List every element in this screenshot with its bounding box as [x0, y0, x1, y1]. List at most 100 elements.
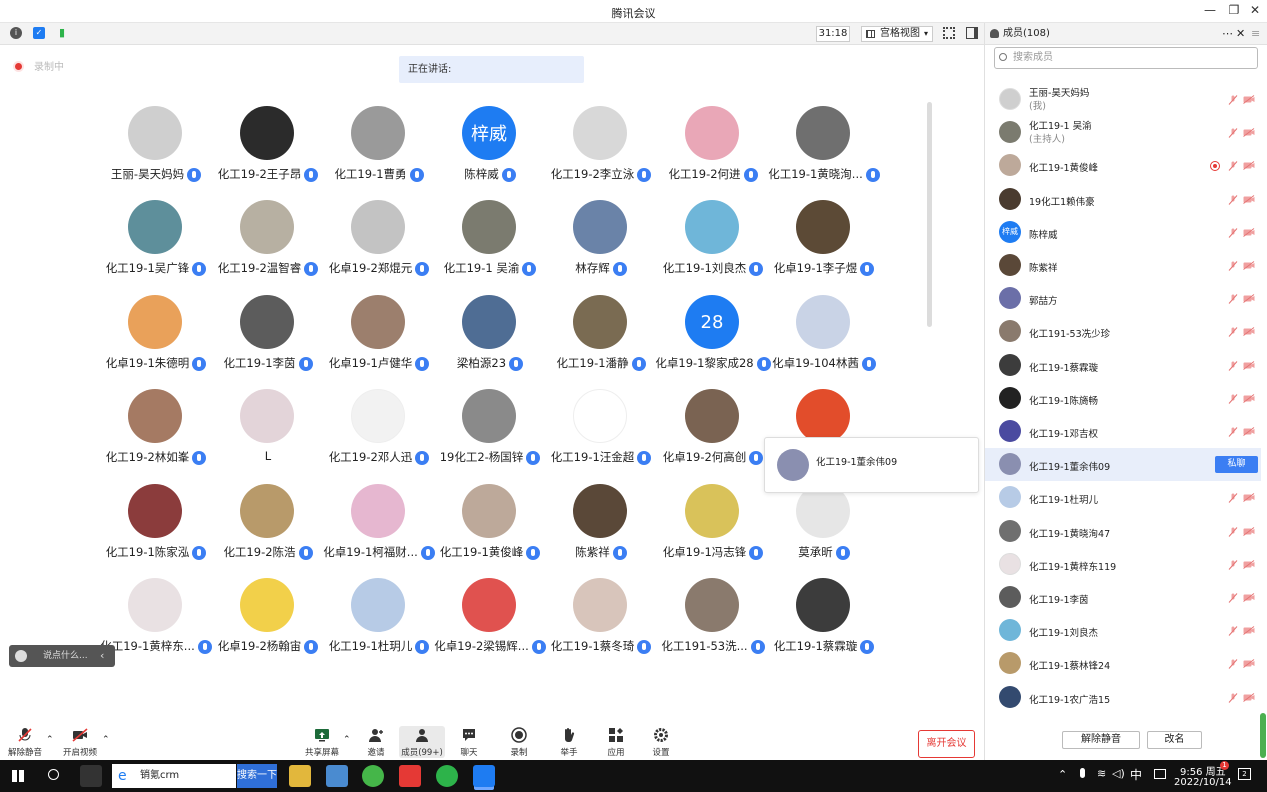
wifi-icon[interactable]: ≋ — [1097, 767, 1106, 780]
participant-tile[interactable]: 化工19-1吴广锋 — [100, 200, 212, 294]
mic-muted-icon[interactable] — [1228, 626, 1238, 637]
member-row[interactable]: 化工19-1杜玥儿 — [985, 481, 1261, 514]
participant-tile[interactable]: 王丽-昊天妈妈 — [100, 106, 212, 200]
member-row[interactable]: 化工19-1刘良杰 — [985, 614, 1261, 647]
chat-button[interactable]: 聊天 — [446, 727, 492, 758]
member-row[interactable]: 化工19-1 吴渝 (主持人) — [985, 116, 1261, 149]
member-row[interactable]: 梓威 陈梓威 — [985, 216, 1261, 249]
settings-button[interactable]: 设置 — [638, 727, 684, 758]
raise-hand-button[interactable]: 举手 — [546, 727, 592, 758]
camera-off-icon[interactable] — [1243, 393, 1255, 403]
participant-tile[interactable]: L — [212, 389, 324, 483]
invite-button[interactable]: 邀请 — [353, 727, 399, 758]
shield-icon[interactable]: ✓ — [33, 27, 45, 39]
camera-off-icon[interactable] — [1243, 95, 1255, 104]
folder-icon[interactable] — [289, 765, 311, 787]
action-center-icon[interactable]: 2 — [1238, 768, 1251, 780]
camera-off-icon[interactable] — [1243, 427, 1255, 436]
camera-off-icon[interactable] — [1243, 659, 1255, 669]
participant-tile[interactable]: 28 化卓19-1黎家成28 — [655, 295, 771, 389]
private-chat-button[interactable]: 私聊 — [1215, 456, 1258, 474]
menu-icon[interactable]: ≡ — [1251, 23, 1260, 44]
collapse-chevron-icon[interactable]: ‹ — [100, 645, 104, 667]
camera-off-icon[interactable] — [1243, 626, 1255, 636]
participant-tile[interactable]: 化工19-1杜玥儿 — [323, 578, 435, 672]
close-panel-icon[interactable]: ✕ — [1236, 23, 1245, 44]
member-row[interactable]: 化工19-1陈旖畅 — [985, 382, 1261, 415]
sidebar-toggle-icon[interactable] — [966, 27, 978, 39]
participant-tile[interactable]: 化卓19-1李子煜 — [768, 200, 880, 294]
mic-muted-icon[interactable] — [1228, 393, 1238, 404]
app-icon[interactable] — [80, 765, 102, 787]
camera-off-icon[interactable] — [1243, 593, 1255, 602]
member-row[interactable]: 19化工1赖伟豪 — [985, 183, 1261, 216]
participant-tile[interactable]: 化工19-2温智睿 — [212, 200, 324, 294]
mic-muted-icon[interactable] — [1228, 294, 1238, 305]
participant-tile[interactable]: 化工19-2邓人迅 — [323, 389, 435, 483]
mic-muted-icon[interactable] — [1228, 327, 1238, 338]
participant-tile[interactable]: 化卓19-1朱德明 — [100, 295, 212, 389]
wps-icon[interactable] — [399, 765, 421, 787]
participant-tile[interactable]: 化工19-1曹勇 — [323, 106, 435, 200]
member-row[interactable]: 王丽-昊天妈妈 (我) — [985, 83, 1261, 116]
participant-tile[interactable]: 化卓19-104林茜 — [768, 295, 880, 389]
browser-360-icon[interactable] — [362, 765, 384, 787]
participant-tile[interactable]: 化工191-53洗... — [657, 578, 769, 672]
member-row[interactable]: 化工19-1黄晓洵47 — [985, 515, 1261, 548]
mic-muted-icon[interactable] — [1228, 161, 1238, 172]
participant-tile[interactable]: 化卓19-2杨翰宙 — [212, 578, 324, 672]
member-row[interactable]: 郭喆方 — [985, 282, 1261, 315]
gallery-scrollbar[interactable] — [927, 102, 932, 327]
participant-tile[interactable]: 莫承昕 — [768, 484, 880, 578]
participant-tile[interactable]: 化工19-1刘良杰 — [657, 200, 769, 294]
camera-off-icon[interactable] — [1243, 194, 1255, 204]
calculator-icon[interactable] — [326, 765, 348, 787]
participant-tile[interactable]: 19化工2-杨国锌 — [434, 389, 546, 483]
keyboard-icon[interactable] — [1154, 769, 1166, 779]
tencent-meeting-icon[interactable] — [473, 765, 495, 787]
member-search-input[interactable]: 搜索成员 — [994, 47, 1258, 69]
view-mode-select[interactable]: 宫格视图 ▾ — [861, 26, 933, 42]
camera-off-icon[interactable] — [1243, 261, 1255, 270]
member-row[interactable]: 化工19-1蔡林锋24 — [985, 647, 1261, 680]
more-options-icon[interactable]: ⋯ — [1222, 23, 1233, 44]
mic-muted-icon[interactable] — [1228, 360, 1238, 371]
ime-indicator[interactable]: 中 — [1130, 766, 1142, 783]
participant-tile[interactable]: 化卓19-1柯福财... — [323, 484, 435, 578]
speaker-icon[interactable]: ◁) — [1112, 767, 1125, 780]
mic-muted-icon[interactable] — [1228, 194, 1238, 205]
participant-tile[interactable]: 化工19-1蔡霖璇 — [768, 578, 880, 672]
participant-tile[interactable]: 化工19-1蔡冬琦 — [545, 578, 657, 672]
mic-muted-icon[interactable] — [1228, 526, 1238, 537]
camera-off-icon[interactable] — [1243, 559, 1255, 569]
camera-off-icon[interactable] — [1243, 327, 1255, 337]
camera-off-icon[interactable] — [1243, 128, 1255, 138]
member-row[interactable]: 化工191-53冼少珍 — [985, 315, 1261, 348]
participant-tile[interactable]: 化工19-2李立泳 — [545, 106, 657, 200]
clock-time[interactable]: 9:56 周五 — [1180, 763, 1226, 778]
participant-tile[interactable]: 化工19-1黄梓东... — [100, 578, 212, 672]
mic-muted-icon[interactable] — [1228, 427, 1238, 437]
participant-tile[interactable]: 梁柏源23 — [434, 295, 546, 389]
participant-tile[interactable]: 化工19-2何进 — [657, 106, 769, 200]
record-button[interactable]: 录制 — [496, 727, 542, 758]
participant-tile[interactable]: 化工19-1黄晓洵... — [768, 106, 880, 200]
mic-muted-icon[interactable] — [1228, 593, 1238, 603]
participant-tile[interactable]: 化工19-1陈家泓 — [100, 484, 212, 578]
participant-tile[interactable]: 化工19-2林如峯 — [100, 389, 212, 483]
participant-tile[interactable]: 化卓19-2梁锡辉... — [434, 578, 546, 672]
windows-start-icon[interactable] — [12, 770, 24, 782]
share-options-chevron-icon[interactable]: ⌃ — [343, 735, 351, 745]
member-row[interactable]: 化工19-1蔡霖璇 — [985, 349, 1261, 382]
mic-muted-icon[interactable] — [1228, 261, 1238, 271]
video-options-chevron-icon[interactable]: ⌃ — [102, 735, 110, 745]
mic-muted-icon[interactable] — [1228, 692, 1238, 703]
participant-tile[interactable]: 化卓19-2何高创 — [657, 389, 769, 483]
mic-muted-icon[interactable] — [1228, 227, 1238, 238]
participant-tile[interactable]: 化工19-2王子昂 — [212, 106, 324, 200]
member-row[interactable]: 化工19-1董余伟09 私聊 — [985, 448, 1261, 482]
chat-input-bar[interactable]: 说点什么... ‹ — [9, 645, 115, 667]
member-row[interactable]: 化工19-1黄梓东119 — [985, 548, 1261, 581]
participant-tile[interactable]: 化工19-1黄俊峰 — [434, 484, 546, 578]
leave-meeting-button[interactable]: 离开会议 — [918, 730, 975, 758]
